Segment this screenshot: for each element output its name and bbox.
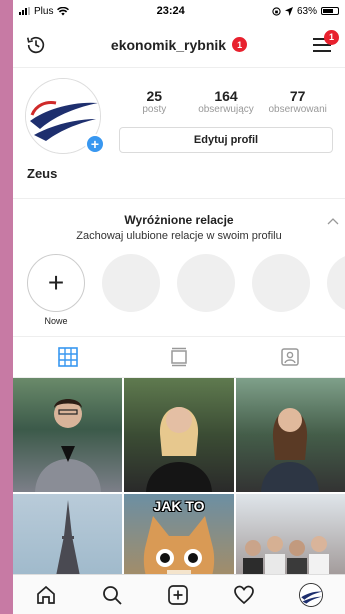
highlight-placeholder <box>327 254 345 324</box>
placeholder-circle <box>327 254 345 312</box>
profile-avatar-wrap[interactable]: + <box>25 78 105 158</box>
highlights-subtitle: Zachowaj ulubione relacje w swoim profil… <box>76 230 282 242</box>
archive-history-icon[interactable] <box>25 34 47 56</box>
stat-value: 25 <box>146 88 163 104</box>
grid-icon[interactable] <box>58 347 79 367</box>
stat-label: obserwowani <box>268 104 327 115</box>
highlight-placeholder <box>177 254 235 324</box>
add-photo-badge[interactable]: + <box>85 134 105 154</box>
story-highlights: Wyróżnione relacje Zachowaj ulubione rel… <box>13 198 345 326</box>
new-post-icon[interactable] <box>167 584 189 606</box>
highlights-row: + Nowe <box>13 242 345 326</box>
highlight-placeholder <box>102 254 160 324</box>
chevron-up-icon[interactable] <box>327 217 339 225</box>
feed-icon[interactable] <box>169 347 189 367</box>
stats-row: 25 posty 164 obserwujący 77 obserwowani <box>119 78 333 115</box>
new-highlight-label: Nowe <box>44 316 68 326</box>
instagram-profile-screen: Plus 23:24 63% ekonomik_rybnik 1 1 + 25 … <box>13 0 345 614</box>
status-left: Plus <box>19 5 70 17</box>
stat-label: posty <box>142 104 167 115</box>
menu-button[interactable]: 1 <box>311 29 339 56</box>
menu-badge: 1 <box>324 29 339 45</box>
meme-caption: JAK TO <box>153 498 205 514</box>
stat-followers[interactable]: 164 obserwujący <box>191 88 262 115</box>
placeholder-circle <box>177 254 235 312</box>
person-photo <box>145 407 212 492</box>
new-highlight-button[interactable]: + Nowe <box>27 254 85 326</box>
stat-value: 77 <box>289 88 306 104</box>
username: ekonomik_rybnik <box>110 36 227 53</box>
school-logo <box>300 583 322 606</box>
bottom-navigation <box>13 574 345 614</box>
status-right: 63% <box>272 6 339 17</box>
edit-profile-button[interactable]: Edytuj profil <box>119 127 333 153</box>
highlights-title: Wyróżnione relacje <box>124 213 234 227</box>
activity-heart-icon[interactable] <box>233 584 255 606</box>
plus-icon: + <box>27 254 85 312</box>
rotation-lock-icon <box>272 6 281 16</box>
tagged-icon[interactable] <box>280 347 300 367</box>
post-thumbnail[interactable] <box>124 378 234 492</box>
profile-tab-avatar[interactable] <box>299 582 323 607</box>
stat-posts[interactable]: 25 posty <box>119 88 190 115</box>
home-icon[interactable] <box>35 584 57 606</box>
notification-badge: 1 <box>232 37 248 52</box>
stat-value: 164 <box>214 88 238 104</box>
placeholder-circle <box>102 254 160 312</box>
battery-percent: 63% <box>296 5 317 17</box>
placeholder-circle <box>252 254 310 312</box>
profile-tabs <box>13 336 345 378</box>
person-photo <box>34 399 101 492</box>
wifi-icon <box>57 6 70 15</box>
profile-header: ekonomik_rybnik 1 1 <box>13 22 345 68</box>
stats-area: 25 posty 164 obserwujący 77 obserwowani … <box>119 78 333 158</box>
highlight-placeholder <box>252 254 310 324</box>
person-photo <box>261 408 320 492</box>
carrier-label: Plus <box>34 5 54 17</box>
profile-display-name: Zeus <box>27 166 58 181</box>
search-icon[interactable] <box>101 584 123 606</box>
location-icon <box>284 6 293 16</box>
signal-icon <box>19 7 30 15</box>
profile-summary: + 25 posty 164 obserwujący 77 obserwowan… <box>13 68 345 158</box>
post-thumbnail[interactable] <box>235 378 345 492</box>
post-thumbnail[interactable] <box>13 378 123 492</box>
battery-icon <box>320 7 339 15</box>
stat-label: obserwujący <box>198 104 254 115</box>
username-switcher[interactable]: ekonomik_rybnik 1 <box>110 36 248 53</box>
clock: 23:24 <box>156 5 185 17</box>
stat-following[interactable]: 77 obserwowani <box>262 88 333 115</box>
status-bar: Plus 23:24 63% <box>13 0 345 22</box>
